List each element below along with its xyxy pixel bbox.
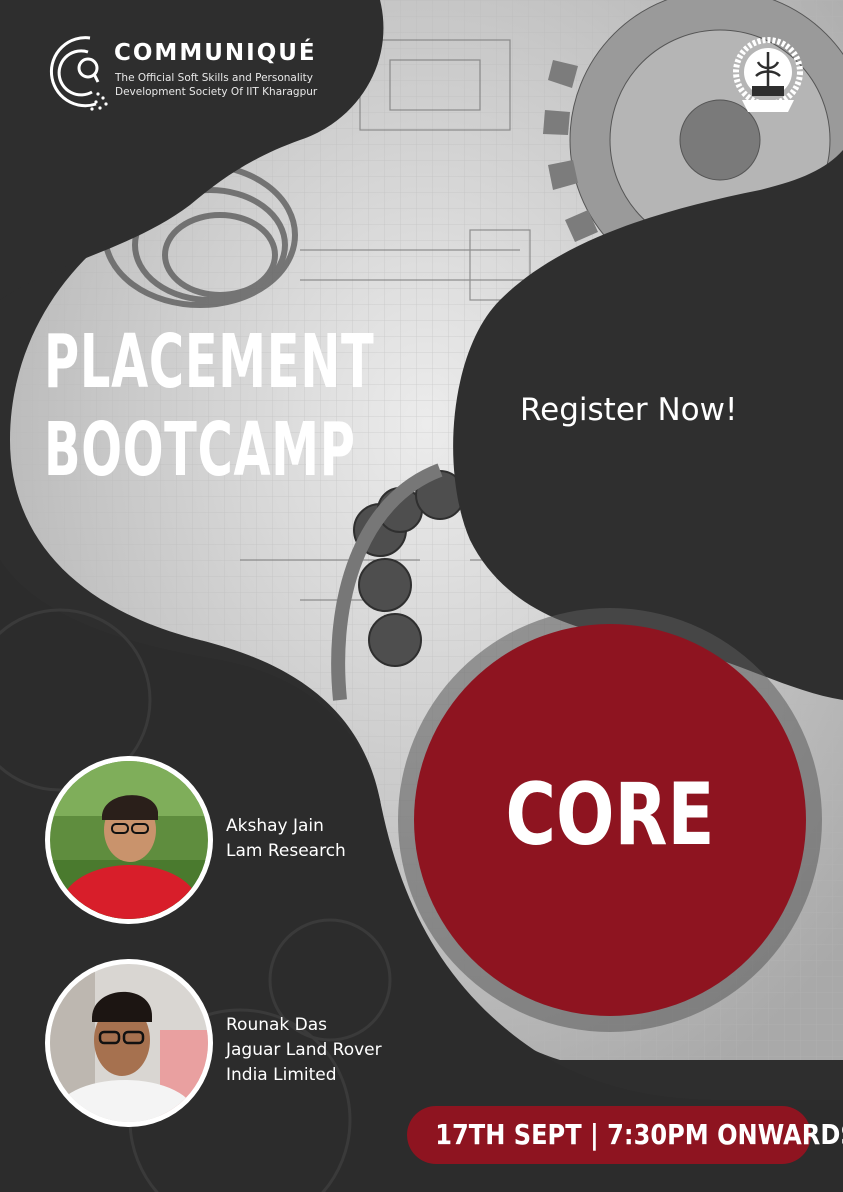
title-line-2: BOOTCAMP (44, 407, 356, 493)
schedule-text: 17TH SEPT | 7:30PM ONWARDS (435, 1118, 843, 1151)
speaker-1-photo (45, 756, 213, 924)
tagline-line-2: Development Society Of IIT Kharagpur (115, 86, 318, 98)
speaker-2-name: Rounak Das (226, 1015, 328, 1035)
event-title: PLACEMENT BOOTCAMP (44, 318, 374, 494)
speaker-2-company-line-2: India Limited (226, 1065, 337, 1085)
register-now-text: Register Now! (520, 392, 738, 428)
speaker-1-info: Akshay Jain Lam Research (226, 814, 346, 864)
iit-kharagpur-emblem-icon (733, 37, 803, 112)
speaker-2-info: Rounak Das Jaguar Land Rover India Limit… (226, 1013, 382, 1088)
communique-logo-icon (49, 36, 108, 111)
speaker-2-company-line-1: Jaguar Land Rover (226, 1040, 382, 1060)
tagline-line-1: The Official Soft Skills and Personality (115, 72, 313, 84)
speaker-1-company: Lam Research (226, 841, 346, 861)
speaker-1-name: Akshay Jain (226, 816, 324, 836)
title-line-1: PLACEMENT (44, 319, 375, 405)
organization-tagline: The Official Soft Skills and Personality… (115, 71, 375, 99)
track-label: CORE (505, 765, 715, 865)
speaker-2-photo (45, 959, 213, 1127)
organization-name: COMMUNIQUÉ (114, 40, 317, 66)
event-poster: COMMUNIQUÉ The Official Soft Skills and … (0, 0, 843, 1192)
